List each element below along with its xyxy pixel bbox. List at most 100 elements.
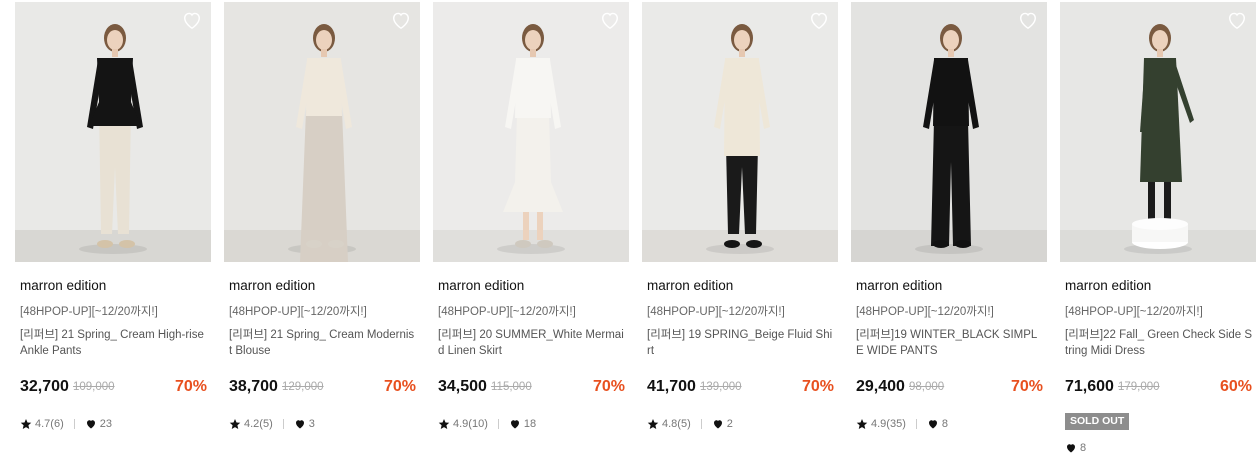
likes-value: 8	[941, 418, 948, 430]
heart-filled-icon	[928, 420, 937, 429]
wishlist-heart-icon[interactable]	[1226, 10, 1248, 30]
model-shadow	[497, 244, 565, 254]
product-photo	[642, 2, 838, 262]
product-grid: marron edition [48HPOP-UP][~12/20까지!] [리퍼브…	[0, 0, 1259, 471]
likes-value: 3	[308, 418, 315, 430]
wishlist-heart-icon[interactable]	[599, 10, 621, 30]
product-name[interactable]: [리퍼브] 19 SPRING_Beige Fluid Shirt	[647, 327, 835, 359]
likes-value: 2	[726, 418, 733, 430]
product-image[interactable]	[15, 2, 211, 262]
product-name[interactable]: [리퍼브]19 WINTER_BLACK SIMPLE WIDE PANTS	[856, 327, 1044, 359]
promo-tag: [48HPOP-UP][~12/20까지!]	[647, 306, 785, 318]
stats-divider	[915, 419, 917, 429]
brand-name[interactable]: marron edition	[20, 278, 106, 293]
likes-value: 23	[99, 418, 112, 430]
model-leg-left	[1148, 182, 1155, 224]
rating-value: 4.7(6)	[35, 418, 64, 430]
promo-tag: [48HPOP-UP][~12/20까지!]	[229, 306, 367, 318]
product-name[interactable]: [리퍼브]22 Fall_ Green Check Side String Mi…	[1065, 327, 1253, 359]
top-shape	[515, 58, 551, 118]
product-stats: 4.7(6) 23	[20, 418, 112, 430]
sale-price: 38,700	[229, 378, 278, 395]
brand-name[interactable]: marron edition	[229, 278, 315, 293]
product-stats: 4.2(5) 3	[229, 418, 315, 430]
model-face	[734, 30, 750, 50]
top-shape	[933, 58, 969, 126]
brand-name[interactable]: marron edition	[438, 278, 524, 293]
brand-name[interactable]: marron edition	[647, 278, 733, 293]
model-shoe-right	[537, 240, 553, 248]
heart-filled-icon	[1067, 444, 1075, 453]
model-shoe-right	[119, 240, 135, 248]
stats-divider	[700, 419, 702, 429]
model-leg-left	[523, 212, 529, 240]
product-name[interactable]: [리퍼브] 21 Spring_ Cream High-rise Ankle P…	[20, 327, 208, 359]
original-price: 179,000	[1118, 381, 1160, 393]
model-face	[316, 30, 332, 50]
product-image[interactable]	[851, 2, 1047, 262]
sale-price: 29,400	[856, 378, 905, 395]
skirt-shape	[300, 110, 348, 262]
product-image[interactable]	[224, 2, 420, 262]
product-image[interactable]	[433, 2, 629, 262]
model-neck	[321, 49, 327, 57]
rating-value: 4.9(10)	[453, 418, 488, 430]
star-icon	[20, 419, 32, 429]
product-card[interactable]: marron edition [48HPOP-UP][~12/20까지!] [리퍼브…	[1060, 0, 1256, 471]
original-price: 115,000	[491, 381, 532, 393]
product-stats: 4.9(35) 8	[856, 418, 948, 430]
stats-divider	[282, 419, 284, 429]
wishlist-heart-icon[interactable]	[808, 10, 830, 30]
model-shoe-right	[328, 240, 344, 248]
product-card[interactable]: marron edition [48HPOP-UP][~12/20까지!] [리퍼브…	[433, 0, 629, 471]
model-neck	[530, 49, 536, 57]
heart-filled-icon	[86, 420, 95, 429]
sale-price: 41,700	[647, 378, 696, 395]
model-shoe-left	[306, 240, 322, 248]
model-neck	[948, 49, 954, 57]
wishlist-heart-icon[interactable]	[1017, 10, 1039, 30]
model-shoe-right	[746, 240, 762, 248]
product-stats: 4.9(10) 18	[438, 418, 536, 430]
promo-tag: [48HPOP-UP][~12/20까지!]	[20, 306, 158, 318]
sale-price: 32,700	[20, 378, 69, 395]
model-leg-right	[537, 212, 543, 240]
model-shoe-right	[955, 240, 971, 248]
product-name[interactable]: [리퍼브] 21 Spring_ Cream Modernist Blouse	[229, 327, 417, 359]
model-shoe-left	[933, 240, 949, 248]
likes-value: 8	[1080, 442, 1087, 454]
brand-name[interactable]: marron edition	[856, 278, 942, 293]
product-image[interactable]	[642, 2, 838, 262]
original-price: 129,000	[282, 381, 324, 393]
product-image[interactable]	[1060, 2, 1256, 262]
product-card[interactable]: marron edition [48HPOP-UP][~12/20까지!] [리퍼브…	[642, 0, 838, 471]
model-shadow	[79, 244, 147, 254]
stats-divider	[497, 419, 499, 429]
plinth-rim	[1132, 218, 1188, 230]
star-icon	[438, 419, 450, 429]
model-neck	[739, 49, 745, 57]
product-photo	[1060, 2, 1256, 262]
sale-price: 71,600	[1065, 378, 1114, 395]
brand-name[interactable]: marron edition	[1065, 278, 1151, 293]
model-face	[107, 30, 123, 50]
product-name[interactable]: [리퍼브] 20 SUMMER_White Mermaid Linen Skir…	[438, 327, 626, 359]
heart-filled-icon	[510, 420, 519, 429]
discount-rate: 60%	[1219, 378, 1252, 395]
wishlist-heart-icon[interactable]	[181, 10, 203, 30]
product-photo	[224, 2, 420, 262]
product-card[interactable]: marron edition [48HPOP-UP][~12/20까지!] [리퍼브…	[224, 0, 420, 471]
star-icon	[229, 419, 241, 429]
wishlist-heart-icon[interactable]	[390, 10, 412, 30]
product-photo	[15, 2, 211, 262]
product-card[interactable]: marron edition [48HPOP-UP][~12/20까지!] [리퍼브…	[851, 0, 1047, 471]
sold-out-badge: SOLD OUT	[1065, 413, 1130, 430]
model-shoe-left	[97, 240, 113, 248]
rating-value: 4.2(5)	[244, 418, 273, 430]
model-leg-right	[1164, 182, 1171, 224]
product-photo	[851, 2, 1047, 262]
original-price: 98,000	[909, 381, 945, 393]
discount-rate: 70%	[174, 378, 207, 395]
product-card[interactable]: marron edition [48HPOP-UP][~12/20까지!] [리퍼브…	[15, 0, 211, 471]
model-shadow	[706, 244, 774, 254]
